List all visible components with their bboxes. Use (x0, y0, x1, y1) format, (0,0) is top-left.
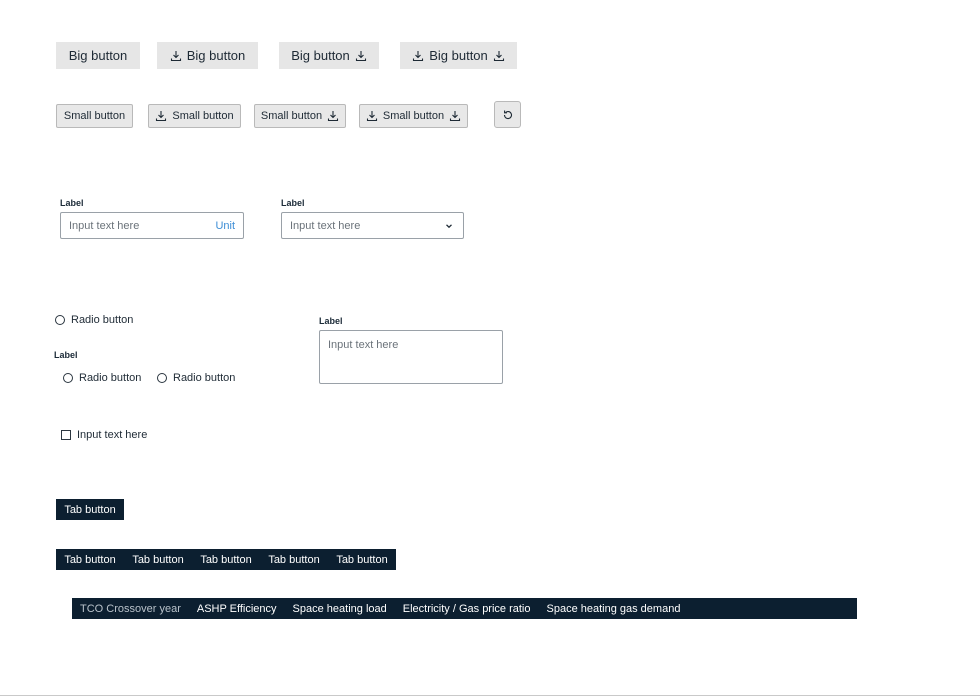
textarea-placeholder: Input text here (328, 339, 399, 351)
small-button-download-both[interactable]: Small button (359, 104, 468, 128)
tab-bar: Tab button Tab button Tab button Tab but… (56, 549, 396, 570)
tab-button[interactable]: Tab button (56, 499, 124, 520)
download-icon (155, 110, 167, 122)
download-icon (493, 50, 505, 62)
unit-suffix: Unit (215, 219, 235, 232)
small-button-label: Small button (63, 110, 126, 122)
big-button-label: Big button (68, 48, 128, 63)
radio-button[interactable]: Radio button (55, 314, 133, 326)
small-button-label: Small button (382, 110, 445, 122)
big-button-label: Big button (429, 48, 488, 63)
metric-tab-bar: TCO Crossover year ASHP Efficiency Space… (72, 598, 857, 619)
radio-circle (55, 315, 65, 325)
download-icon (449, 110, 461, 122)
tab-tco-crossover-year[interactable]: TCO Crossover year (80, 603, 181, 615)
tab-ashp-efficiency[interactable]: ASHP Efficiency (197, 603, 277, 615)
radio-label: Radio button (79, 372, 142, 384)
tab-space-heating-gas-demand[interactable]: Space heating gas demand (547, 603, 681, 615)
download-icon (327, 110, 339, 122)
checkbox-label: Input text here (77, 429, 148, 441)
tab-2[interactable]: Tab button (124, 554, 192, 566)
big-button-download-left[interactable]: Big button (157, 42, 258, 69)
divider (0, 695, 980, 696)
chevron-down-icon (443, 220, 455, 232)
tab-space-heating-load[interactable]: Space heating load (293, 603, 387, 615)
select-input-label: Label (281, 198, 305, 208)
checkbox-box (61, 430, 71, 440)
tab-4[interactable]: Tab button (260, 554, 328, 566)
small-button-download-right[interactable]: Small button (254, 104, 346, 128)
radio-label: Radio button (173, 372, 236, 384)
small-button-download-left[interactable]: Small button (148, 104, 241, 128)
tab-label: Tab button (64, 503, 116, 516)
radio-circle (157, 373, 167, 383)
select-input-placeholder: Input text here (290, 219, 361, 232)
refresh-icon (502, 109, 514, 121)
big-button-plain[interactable]: Big button (56, 42, 140, 69)
tab-5[interactable]: Tab button (328, 554, 396, 566)
radio-group-option-1[interactable]: Radio button (63, 372, 141, 384)
radio-group-label: Label (54, 350, 78, 360)
tab-3[interactable]: Tab button (192, 554, 260, 566)
radio-circle (63, 373, 73, 383)
select-input[interactable]: Input text here (281, 212, 464, 239)
big-button-label: Big button (186, 48, 246, 63)
refresh-button[interactable] (494, 101, 521, 128)
textarea-label: Label (319, 316, 343, 326)
small-button-label: Small button (260, 110, 323, 122)
textarea-input[interactable]: Input text here (319, 330, 503, 384)
big-button-label: Big button (291, 48, 350, 63)
big-button-download-right[interactable]: Big button (279, 42, 379, 69)
download-icon (355, 50, 367, 62)
radio-label: Radio button (71, 314, 134, 326)
small-button-plain[interactable]: Small button (56, 104, 133, 128)
unit-input-placeholder: Input text here (69, 219, 140, 232)
unit-input[interactable]: Input text here Unit (60, 212, 244, 239)
tab-electricity-gas-price-ratio[interactable]: Electricity / Gas price ratio (403, 603, 531, 615)
big-button-download-both[interactable]: Big button (400, 42, 517, 69)
download-icon (412, 50, 424, 62)
tab-1[interactable]: Tab button (56, 554, 124, 566)
download-icon (366, 110, 378, 122)
unit-input-label: Label (60, 198, 84, 208)
checkbox[interactable]: Input text here (61, 429, 147, 441)
radio-group-option-2[interactable]: Radio button (157, 372, 235, 384)
download-icon (170, 50, 182, 62)
small-button-label: Small button (172, 110, 234, 122)
